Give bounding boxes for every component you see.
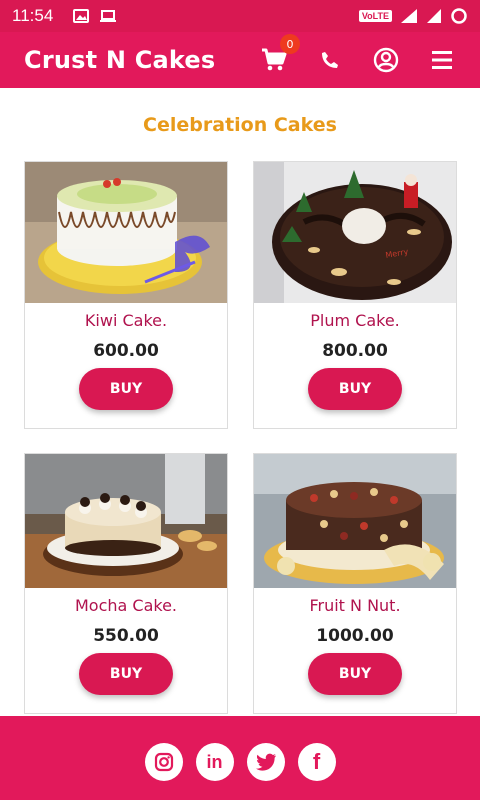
product-image: [254, 454, 456, 588]
linkedin-button[interactable]: in: [195, 743, 234, 781]
buy-button[interactable]: BUY: [308, 653, 402, 695]
buy-button[interactable]: BUY: [79, 653, 173, 695]
product-name: Fruit N Nut.: [309, 596, 401, 615]
twitter-icon: [255, 753, 276, 771]
product-card[interactable]: Kiwi Cake. 600.00 BUY: [24, 161, 228, 429]
menu-button[interactable]: [428, 46, 456, 74]
product-card[interactable]: Mocha Cake. 550.00 BUY: [24, 453, 228, 714]
account-icon: [373, 47, 399, 73]
product-card[interactable]: Merry Plum Cake. 800.00 BUY: [253, 161, 457, 429]
linkedin-icon: in: [206, 751, 223, 772]
product-name: Plum Cake.: [310, 311, 400, 330]
section-title: Celebration Cakes: [143, 114, 337, 136]
cart-count-badge: 0: [280, 34, 300, 54]
product-price: 550.00: [93, 626, 159, 646]
facebook-icon: f: [312, 749, 321, 774]
instagram-icon: [154, 752, 173, 772]
battery-ring-icon: [451, 8, 467, 24]
buy-button[interactable]: BUY: [308, 368, 402, 410]
product-image: Merry: [254, 162, 456, 303]
status-bar: 11:54 VoLTE: [0, 0, 480, 32]
cart-button[interactable]: 0: [260, 34, 300, 74]
footer: in f: [0, 716, 480, 800]
call-button[interactable]: [316, 46, 344, 74]
gallery-icon: [73, 9, 90, 23]
status-time: 11:54: [12, 6, 54, 25]
product-name: Mocha Cake.: [74, 596, 178, 615]
menu-icon: [432, 51, 452, 69]
signal-icon: [427, 9, 441, 23]
product-price: 600.00: [93, 341, 159, 361]
product-image: [25, 162, 227, 303]
volte-badge: VoLTE: [358, 10, 392, 22]
app-bar: Crust N Cakes 0: [0, 32, 480, 88]
facebook-button[interactable]: f: [297, 743, 336, 781]
laptop-icon: [100, 10, 117, 22]
brand-title: Crust N Cakes: [24, 46, 216, 74]
product-name: Kiwi Cake.: [84, 311, 168, 330]
product-card[interactable]: Fruit N Nut. 1000.00 BUY: [253, 453, 457, 714]
product-price: 1000.00: [316, 626, 394, 646]
product-image: [25, 454, 227, 588]
instagram-button[interactable]: [144, 743, 183, 781]
buy-button[interactable]: BUY: [79, 368, 173, 410]
twitter-button[interactable]: [246, 743, 285, 781]
product-price: 800.00: [322, 341, 388, 361]
phone-icon: [322, 52, 338, 68]
product-grid: Kiwi Cake. 600.00 BUY Merry Plum Cake. 8…: [0, 144, 480, 714]
signal-4g-icon: [401, 9, 417, 23]
account-button[interactable]: [372, 46, 400, 74]
